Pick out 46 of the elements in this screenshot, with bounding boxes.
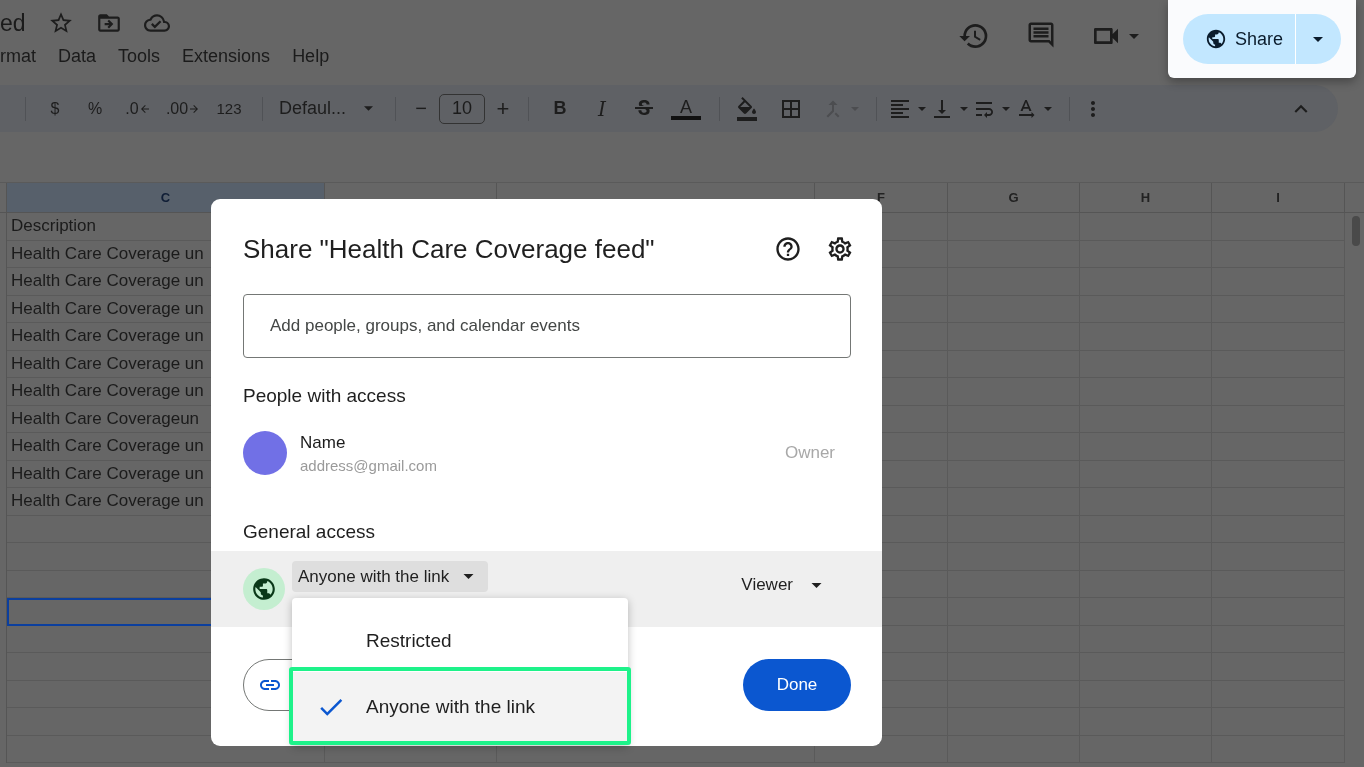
caret-icon — [463, 574, 475, 579]
role-label: Owner — [784, 443, 835, 463]
caret-icon[interactable] — [1129, 33, 1139, 39]
role-dropdown[interactable]: Viewer — [741, 575, 830, 595]
caret-icon — [364, 106, 373, 111]
settings-icon — [826, 235, 854, 263]
menu-item[interactable]: Help — [292, 46, 330, 67]
text-color-button[interactable]: A — [664, 92, 708, 125]
menu-option[interactable]: Anyone with the link — [292, 672, 628, 742]
italic-button[interactable]: I — [580, 92, 624, 125]
document-title: ed — [0, 9, 26, 37]
bold-button[interactable]: B — [540, 92, 580, 125]
caret-icon[interactable] — [960, 106, 968, 111]
avatar — [243, 431, 287, 475]
fill-color-icon[interactable] — [735, 96, 759, 121]
caret-icon[interactable] — [1044, 106, 1052, 111]
percent-button[interactable]: % — [73, 92, 117, 125]
menu-item[interactable]: rmat — [0, 46, 36, 67]
menu-item[interactable]: Data — [58, 46, 97, 67]
font-size-field[interactable]: 10 — [439, 93, 485, 124]
section-heading: General access — [243, 521, 376, 543]
decrease-size-button[interactable]: − — [407, 92, 435, 125]
caret-icon[interactable] — [1002, 106, 1010, 111]
font-dropdown[interactable]: Defaul... — [274, 92, 384, 125]
globe-icon — [243, 568, 285, 610]
access-dropdown[interactable]: Anyone with the link — [292, 561, 489, 592]
currency-button[interactable]: $ — [37, 92, 73, 125]
caret-icon — [1313, 36, 1324, 42]
menu-item[interactable]: Extensions — [182, 46, 271, 67]
column-header[interactable]: G — [948, 183, 1080, 212]
increase-decimals-button[interactable]: .00 — [159, 92, 207, 125]
done-button[interactable]: Done — [743, 659, 851, 711]
help-icon — [774, 235, 802, 263]
add-people-field[interactable]: Add people, groups, and calendar events — [243, 294, 851, 358]
decrease-decimals-button[interactable]: .0 — [117, 92, 159, 125]
column-header[interactable]: H — [1080, 183, 1212, 212]
globe-icon — [1205, 28, 1227, 50]
caret-icon — [811, 582, 822, 588]
menu-item[interactable]: Tools — [118, 46, 161, 67]
increase-size-button[interactable]: + — [489, 92, 517, 125]
share-label: Share — [1235, 28, 1284, 50]
caret-icon[interactable] — [918, 106, 926, 111]
comment-icon[interactable] — [1026, 20, 1056, 50]
number-format-button[interactable]: 123 — [207, 92, 251, 125]
arrow-right-icon — [188, 102, 201, 115]
column-header[interactable]: I — [1212, 183, 1345, 212]
